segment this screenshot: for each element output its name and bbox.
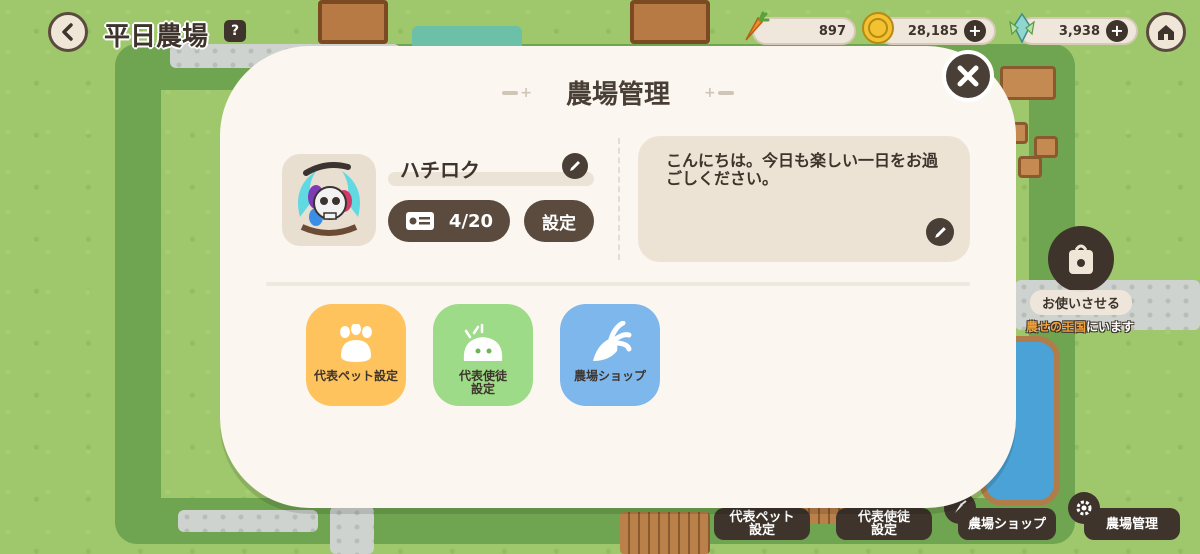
pet-name-row: ハチロク xyxy=(388,150,594,186)
modal-header: + 農場管理 + xyxy=(220,74,1016,111)
farm-management-modal: + 農場管理 + xyxy=(220,46,1016,508)
horizontal-divider xyxy=(266,282,970,286)
home-icon xyxy=(1158,25,1174,40)
carrot-icon xyxy=(745,11,770,41)
close-button[interactable] xyxy=(942,50,994,102)
servant-settings-label: 代表使徒 設定 xyxy=(458,369,507,396)
greeting-box: こんにちは。今日も楽しい一日をお過ごしください。 xyxy=(638,136,970,262)
vertical-divider xyxy=(618,138,620,260)
farm-shop-tile[interactable]: 農場ショップ xyxy=(560,304,660,406)
pet-count: 4/20 xyxy=(448,210,494,232)
wooden-gate xyxy=(630,0,710,44)
location-name: 農せの王国 xyxy=(1026,320,1087,334)
send-errand-button[interactable]: お使いさせる xyxy=(1030,290,1133,315)
paw-icon xyxy=(331,322,381,366)
chevron-left-icon xyxy=(62,23,73,41)
pet-count-button[interactable]: 4/20 xyxy=(388,200,510,242)
pencil-icon xyxy=(934,226,946,238)
edit-greeting-button[interactable] xyxy=(926,218,954,246)
wooden-crate xyxy=(1034,136,1058,158)
turnip-icon xyxy=(585,321,635,366)
coin-count: 28,185 xyxy=(907,23,958,39)
id-card-icon xyxy=(405,212,434,230)
back-button[interactable] xyxy=(48,12,88,52)
farm-name: 平日農場 xyxy=(104,22,209,52)
close-icon xyxy=(957,65,979,87)
stone-path xyxy=(330,506,374,554)
gear-icon xyxy=(1068,492,1100,524)
wooden-gate xyxy=(318,0,388,44)
pet-avatar[interactable] xyxy=(282,154,376,246)
house-roof xyxy=(412,26,522,46)
add-coin-button[interactable]: + xyxy=(964,20,986,42)
title-decoration-left: + xyxy=(502,85,532,101)
pet-name: ハチロク xyxy=(400,158,480,182)
bottom-servant-settings-button[interactable]: 代表使徒 設定 xyxy=(836,508,932,540)
pet-settings-label: 代表ペット設定 xyxy=(313,369,398,383)
servant-location: 農せの王国にいます xyxy=(1026,318,1134,335)
pet-settings-tile[interactable]: 代表ペット設定 xyxy=(306,304,406,406)
crystal-icon xyxy=(1009,12,1035,44)
wooden-crate xyxy=(1018,156,1042,178)
pencil-icon xyxy=(570,161,580,171)
gem-count: 3,938 xyxy=(1058,23,1100,39)
location-suffix: にいます xyxy=(1086,320,1135,334)
stone-path xyxy=(178,510,318,532)
bottom-pet-settings-button[interactable]: 代表ペット 設定 xyxy=(714,508,810,540)
edit-name-button[interactable] xyxy=(562,153,588,179)
greeting-text: こんにちは。今日も楽しい一日をお過ごしください。 xyxy=(666,151,939,188)
bag-icon xyxy=(1069,244,1093,274)
slime-icon xyxy=(458,322,508,366)
servant-settings-tile[interactable]: 代表使徒 設定 xyxy=(433,304,533,406)
farm-shop-label: 農場ショップ xyxy=(573,369,646,383)
home-button[interactable] xyxy=(1146,12,1186,52)
fence xyxy=(620,512,710,554)
settings-button[interactable]: 設定 xyxy=(524,200,594,242)
title-decoration-right: + xyxy=(704,85,734,101)
servant-portrait[interactable] xyxy=(1048,226,1114,292)
add-gem-button[interactable]: + xyxy=(1106,20,1128,42)
modal-title: 農場管理 xyxy=(565,80,670,110)
help-icon[interactable]: ? xyxy=(224,20,246,42)
carrot-count: 897 xyxy=(818,23,846,39)
gold-coin-icon xyxy=(862,12,894,44)
skull-pet-icon xyxy=(298,162,360,236)
